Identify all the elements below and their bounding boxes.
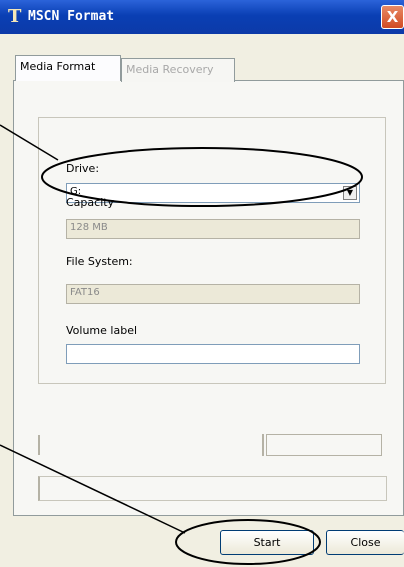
drive-pointer-line bbox=[0, 124, 59, 161]
tab-label: Media Format bbox=[20, 60, 96, 73]
annotation-overlay bbox=[0, 124, 363, 565]
drive-highlight-ellipse bbox=[41, 147, 363, 207]
start-pointer-line bbox=[0, 444, 186, 534]
format-dialog: T MSCN Format X Media Format Media Recov… bbox=[0, 0, 404, 567]
start-highlight-ellipse bbox=[175, 519, 321, 565]
tab-media-format[interactable]: Media Format bbox=[15, 55, 121, 81]
